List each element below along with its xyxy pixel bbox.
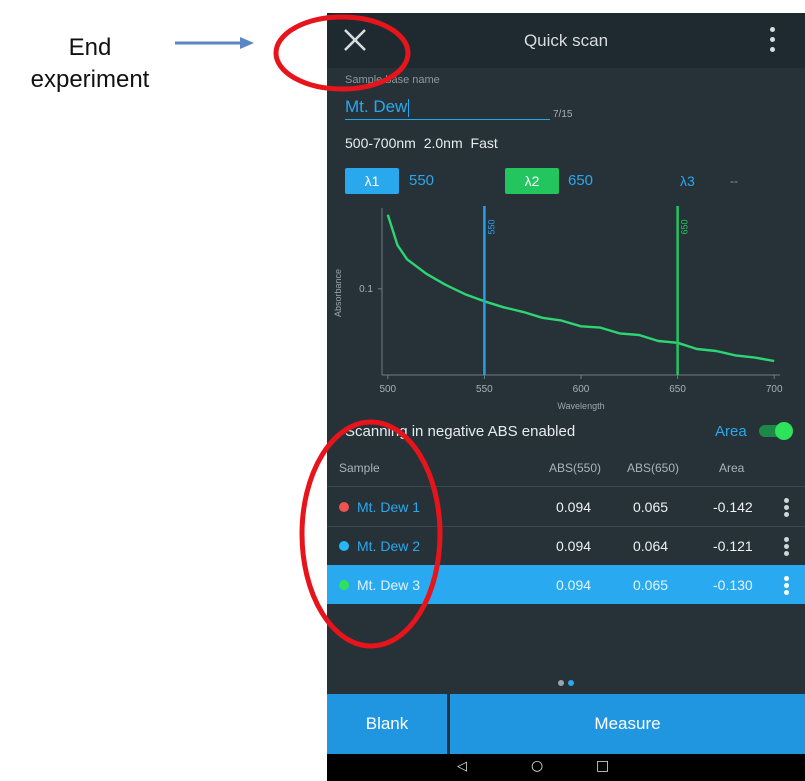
abs650-value: 0.064	[633, 538, 669, 554]
col-header-area: Area	[719, 461, 745, 475]
sample-name-counter: 7/15	[553, 109, 573, 120]
y-tick-label: 0.1	[359, 284, 373, 295]
area-toggle[interactable]	[759, 422, 793, 440]
annotation-line1: End	[68, 34, 112, 61]
row-menu-icon[interactable]	[784, 498, 790, 518]
recents-icon[interactable]: □	[596, 758, 609, 774]
x-tick-label: 500	[379, 384, 396, 395]
measure-button[interactable]: Measure	[450, 694, 805, 754]
annotation-arrow-icon	[175, 37, 254, 49]
wavelength-range: 500-700nm	[345, 135, 416, 151]
row-menu-icon[interactable]	[784, 576, 790, 596]
x-tick-label: 650	[669, 384, 686, 395]
lambda2-chip[interactable]: λ2	[505, 168, 559, 194]
abs650-value: 0.065	[633, 499, 669, 515]
abs650-value: 0.065	[633, 577, 669, 593]
sample-color-dot	[339, 502, 349, 512]
absorbance-chart: Wavelength Absorbance 500 550 600 650 700 0.1…	[333, 206, 783, 411]
x-tick-label: 550	[476, 384, 493, 395]
sample-name-value: Mt. Dew	[345, 97, 408, 116]
home-icon[interactable]: ○	[531, 758, 543, 774]
wavelength-marker-label: 650	[680, 219, 690, 234]
lambda1-chip[interactable]: λ1	[345, 168, 399, 194]
page-title: Quick scan	[523, 31, 609, 50]
x-tick-label: 700	[766, 384, 783, 395]
col-header-sample: Sample	[339, 461, 380, 475]
abs550-value: 0.094	[556, 499, 592, 515]
blank-button[interactable]: Blank	[327, 694, 447, 754]
negative-abs-notice: Scanning in negative ABS enabled	[345, 423, 576, 440]
lambda3-chip[interactable]: λ3	[680, 168, 695, 194]
table-row[interactable]: Mt. Dew 1 0.094 0.065 -0.142	[327, 488, 805, 526]
sample-name: Mt. Dew 2	[357, 538, 421, 554]
area-value: -0.121	[713, 538, 753, 554]
top-app-bar: Quick scan	[327, 13, 805, 68]
scan-parameters: 500-700nm 2.0nm Fast	[345, 135, 498, 151]
abs550-value: 0.094	[556, 577, 592, 593]
table-row-selected[interactable]: Mt. Dew 3 0.094 0.065 -0.130	[327, 565, 805, 604]
absorbance-series-line	[386, 214, 775, 363]
back-icon[interactable]: ◁	[457, 759, 467, 774]
area-value: -0.130	[713, 577, 753, 593]
system-nav-bar: ◁ ○ □	[327, 754, 805, 781]
x-axis-label: Wavelength	[557, 401, 604, 411]
area-toggle-label: Area	[715, 423, 747, 440]
abs550-value: 0.094	[556, 538, 592, 554]
sample-name: Mt. Dew 3	[357, 577, 421, 593]
sample-color-dot	[339, 541, 349, 551]
lambda3-value[interactable]: --	[730, 168, 738, 194]
lambda1-value[interactable]: 550	[409, 168, 434, 194]
end-experiment-annotation: End experiment	[10, 32, 170, 96]
table-row[interactable]: Mt. Dew 2 0.094 0.064 -0.121	[327, 527, 805, 565]
sample-name-input[interactable]: Mt. Dew	[345, 95, 550, 120]
x-tick-label: 600	[573, 384, 590, 395]
area-value: -0.142	[713, 499, 753, 515]
sample-name: Mt. Dew 1	[357, 499, 421, 515]
wavelength-marker-label: 550	[486, 219, 496, 234]
page-indicator-2	[568, 680, 574, 686]
annotation-line2: experiment	[30, 66, 150, 93]
sample-name-label: Sample base name	[345, 74, 440, 86]
page-indicator-1	[558, 680, 564, 686]
row-menu-icon[interactable]	[784, 537, 790, 557]
y-axis-label: Absorbance	[333, 269, 343, 317]
phone-screen: Quick scan Sample base name Mt. Dew 7/15…	[327, 13, 805, 781]
col-header-abs650: ABS(650)	[627, 461, 680, 475]
sample-color-dot	[339, 580, 349, 590]
lambda2-value[interactable]: 650	[568, 168, 593, 194]
col-header-abs550: ABS(550)	[549, 461, 602, 475]
resolution: 2.0nm	[423, 135, 463, 151]
scan-speed: Fast	[470, 135, 498, 151]
overflow-menu-icon[interactable]	[763, 26, 783, 56]
